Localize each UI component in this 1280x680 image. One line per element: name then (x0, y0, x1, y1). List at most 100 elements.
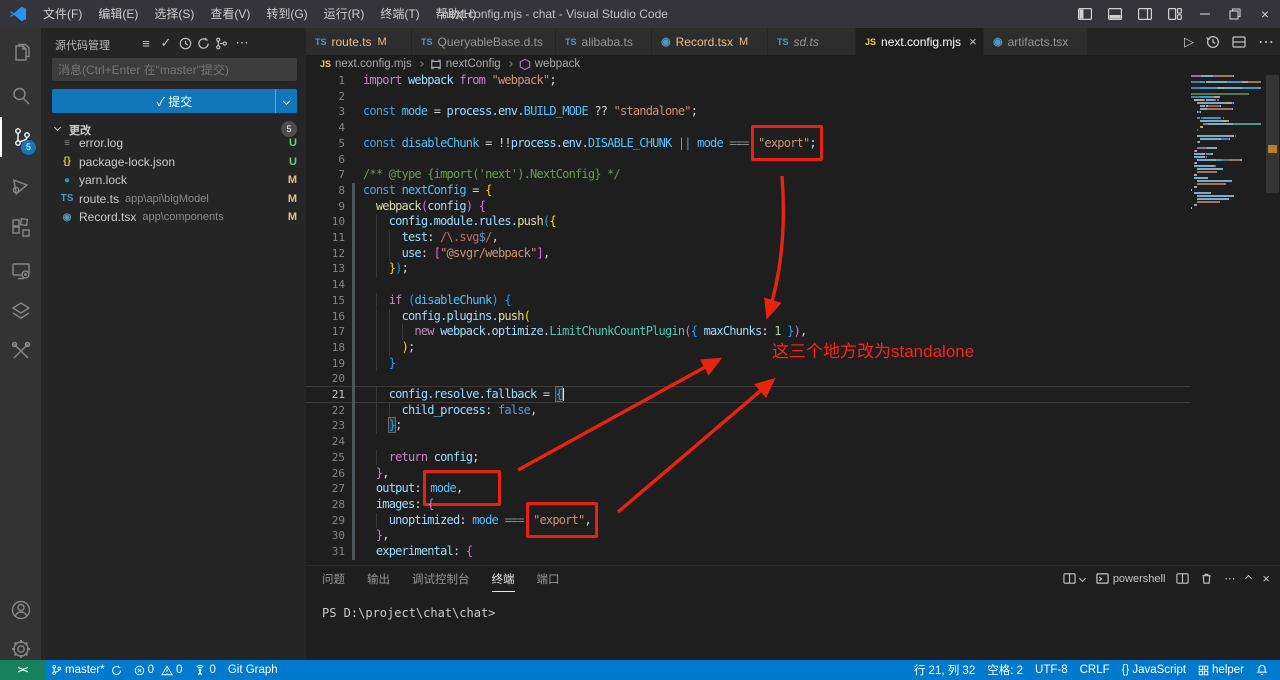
branch-indicator[interactable]: master* (45, 660, 128, 680)
layers-extension-icon[interactable] (0, 291, 41, 331)
more-actions-icon[interactable]: ⋯ (233, 34, 251, 52)
account-icon[interactable] (0, 590, 41, 630)
branch-graph-icon[interactable] (212, 34, 230, 52)
breadcrumb-file[interactable]: next.config.mjs (335, 58, 412, 70)
breadcrumb[interactable]: JS next.config.mjs nextConfig webpack (306, 55, 1280, 73)
toggle-panel-icon[interactable] (1100, 0, 1130, 28)
restore-icon[interactable] (1220, 0, 1250, 28)
source-control-icon[interactable]: 5 (0, 117, 41, 157)
toggle-sidebar-icon[interactable] (1070, 0, 1100, 28)
kill-terminal-icon[interactable] (1200, 572, 1213, 585)
tab-artifacts.tsx[interactable]: ◉artifacts.tsx (984, 28, 1088, 55)
scrollbar-thumb[interactable] (1266, 75, 1279, 193)
line-number: 8 (306, 183, 345, 199)
toggle-secondary-sidebar-icon[interactable] (1130, 0, 1160, 28)
remote-indicator[interactable]: >< (0, 660, 45, 680)
minimap-line (1206, 156, 1207, 158)
search-icon[interactable] (0, 76, 41, 116)
tab-alibaba.ts[interactable]: TSalibaba.ts (556, 28, 652, 55)
explorer-icon[interactable] (0, 34, 41, 74)
maximize-panel-icon[interactable] (1245, 575, 1252, 582)
menu-item-7[interactable]: 帮助(H) (428, 0, 485, 28)
menu-item-3[interactable]: 查看(V) (202, 0, 258, 28)
tab-route.ts[interactable]: TSroute.tsM (306, 28, 412, 55)
refresh-icon[interactable] (194, 34, 212, 52)
close-window-icon[interactable]: × (1250, 0, 1280, 28)
chevron-down-icon (54, 124, 61, 131)
history-clock-icon[interactable] (176, 34, 194, 52)
customize-layout-icon[interactable] (1160, 0, 1190, 28)
split-editor-icon[interactable] (1232, 35, 1246, 49)
minimap-line (1197, 159, 1213, 161)
editor-group: TSroute.tsMTSQueryableBase.d.tsTSalibaba… (306, 28, 1280, 660)
code-viewport[interactable]: 1234567891011121314151617181920212223242… (306, 73, 1280, 565)
menu-item-0[interactable]: 文件(F) (35, 0, 90, 28)
menu-item-4[interactable]: 转到(G) (258, 0, 315, 28)
minimap-line (1191, 189, 1192, 191)
editor-scrollbar[interactable] (1264, 73, 1280, 565)
breadcrumb-symbol1[interactable]: nextConfig (446, 58, 501, 70)
scm-file-yarn.lock[interactable]: ●yarn.lockM (41, 171, 306, 189)
more-actions-icon[interactable]: ⋯ (1258, 32, 1274, 52)
view-as-list-icon[interactable]: ≡ (137, 34, 155, 52)
menu-item-1[interactable]: 编辑(E) (90, 0, 146, 28)
scm-file-error.log[interactable]: ≡error.logU (41, 134, 306, 152)
indent-guide (376, 403, 377, 419)
ports-indicator[interactable]: 0 (188, 660, 221, 680)
file-name: route.ts (79, 192, 119, 206)
split-terminal-icon[interactable] (1176, 572, 1189, 585)
minimize-icon[interactable] (1190, 0, 1220, 28)
terminal-instance[interactable]: powershell (1096, 572, 1166, 585)
line-number: 2 (306, 89, 345, 105)
breadcrumb-symbol2[interactable]: webpack (535, 58, 580, 70)
minimap-line (1194, 153, 1203, 155)
menu-item-5[interactable]: 运行(R) (316, 0, 373, 28)
tab-sd.ts[interactable]: TSsd.ts (768, 28, 856, 55)
code-line-25: return config; (363, 450, 1190, 466)
tab-next.config.mjs[interactable]: JSnext.config.mjs× (856, 28, 984, 55)
language-mode[interactable]: {}JavaScript (1116, 660, 1192, 680)
commit-button[interactable]: ✓ 提交 (52, 89, 297, 113)
code-line-9: webpack(config) { (363, 199, 1190, 215)
panel-tab-输出[interactable]: 输出 (367, 567, 390, 591)
problems-indicator[interactable]: 0 0 (128, 660, 189, 680)
panel-tab-调试控制台[interactable]: 调试控制台 (412, 567, 470, 591)
commit-message-input[interactable] (52, 58, 297, 81)
close-panel-icon[interactable]: × (1262, 571, 1270, 586)
tab-QueryableBase.d.ts[interactable]: TSQueryableBase.d.ts (412, 28, 556, 55)
commit-check-icon[interactable]: ✓ (157, 34, 175, 52)
more-actions-icon[interactable]: ⋯ (1224, 572, 1235, 585)
indentation[interactable]: 空格: 2 (981, 660, 1029, 680)
git-status-U: U (289, 156, 297, 168)
terminal-prompt[interactable]: PS D:\project\chat\chat> (322, 606, 495, 620)
run-file-icon[interactable]: ▷ (1184, 34, 1194, 50)
scm-file-route.ts[interactable]: TSroute.tsapp\api\bigModelM (41, 190, 306, 208)
minimap-line (1233, 123, 1261, 125)
code-line-22: child_process: false, (363, 403, 1190, 419)
encoding[interactable]: UTF-8 (1029, 660, 1074, 680)
tools-extension-icon[interactable] (0, 331, 41, 371)
run-debug-icon[interactable] (0, 166, 41, 206)
extension-status[interactable]: helper (1192, 660, 1250, 680)
code-line-1: import webpack from "webpack"; (363, 73, 1190, 89)
timeline-icon[interactable] (1206, 35, 1220, 49)
eol-sequence[interactable]: CRLF (1074, 660, 1116, 680)
scm-file-package-lock.json[interactable]: {}package-lock.jsonU (41, 153, 306, 171)
indent-guide (376, 246, 377, 262)
panel-tab-终端[interactable]: 终端 (492, 567, 515, 592)
indent-guide (389, 324, 390, 340)
menu-item-2[interactable]: 选择(S) (146, 0, 202, 28)
notifications-bell[interactable] (1250, 660, 1274, 680)
extensions-icon[interactable] (0, 208, 41, 248)
close-tab-icon[interactable]: × (969, 34, 977, 49)
panel-tab-问题[interactable]: 问题 (322, 567, 345, 591)
scm-file-Record.tsx[interactable]: ◉Record.tsxapp\componentsM (41, 208, 306, 226)
cursor-position[interactable]: 行 21, 列 32 (908, 660, 981, 680)
commit-dropdown[interactable] (275, 89, 297, 113)
panel-tab-端口[interactable]: 端口 (537, 567, 560, 591)
launch-profile-icon[interactable] (1063, 572, 1085, 585)
menu-item-6[interactable]: 终端(T) (372, 0, 427, 28)
tab-Record.tsx[interactable]: ◉Record.tsxM (652, 28, 768, 55)
remote-explorer-icon[interactable] (0, 251, 41, 291)
git-graph-button[interactable]: Git Graph (222, 660, 284, 680)
